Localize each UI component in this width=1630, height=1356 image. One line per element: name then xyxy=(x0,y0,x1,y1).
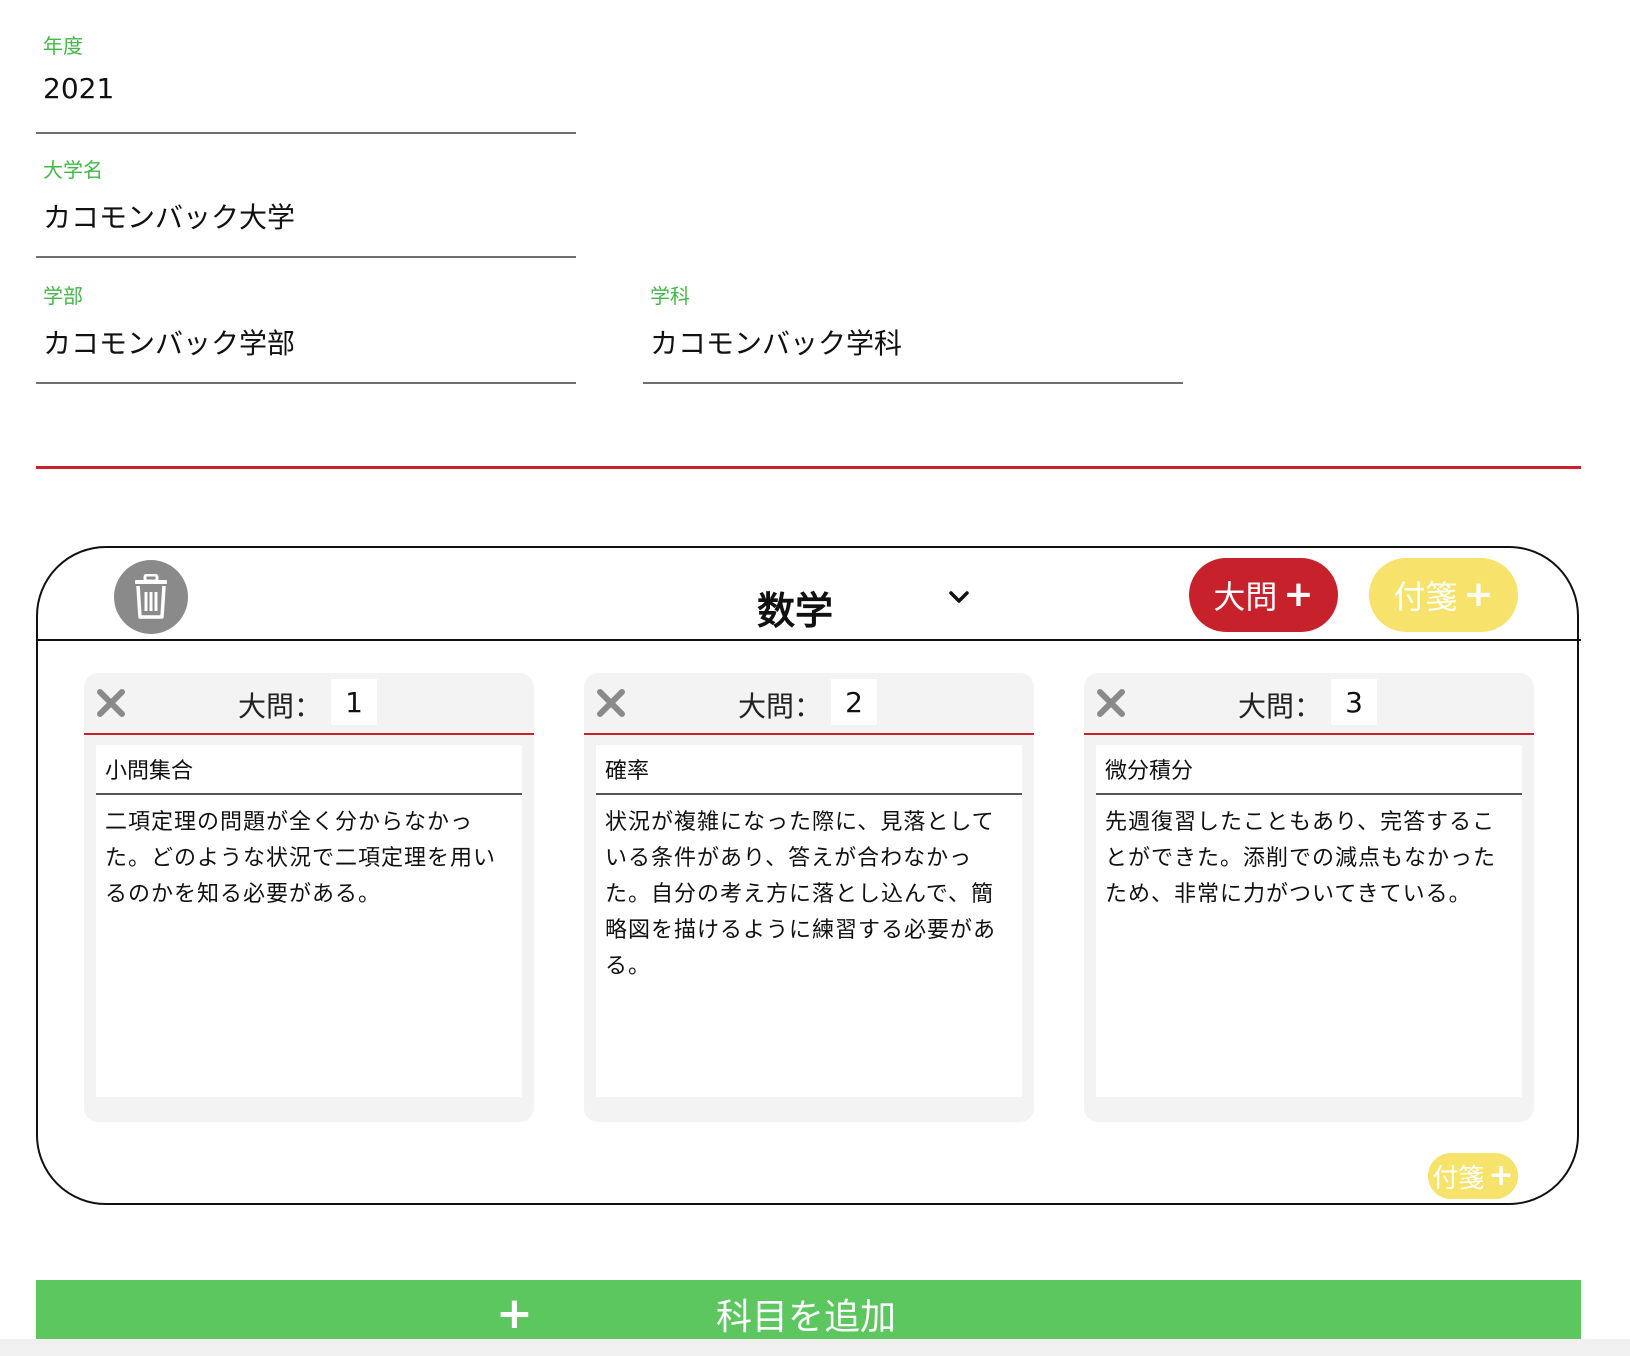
department-value[interactable]: カコモンバック学科 xyxy=(650,322,902,362)
plus-icon: + xyxy=(1283,574,1314,615)
add-question-button[interactable]: 大問 + xyxy=(1189,558,1338,632)
question-card: 大問： 2 確率 状況が複雑になった際に、見落としている条件があり、答えが合わな… xyxy=(584,673,1034,1122)
add-subject-button[interactable]: + 科目を追加 xyxy=(36,1280,1581,1339)
add-subject-label: 科目を追加 xyxy=(716,1297,897,1338)
question-body[interactable]: 先週復習したこともあり、完答することができた。添削での減点もなかったため、非常に… xyxy=(1105,805,1515,913)
year-value[interactable]: 2021 xyxy=(43,72,114,105)
subject-card-header-divider xyxy=(36,639,1581,641)
add-note-small-button[interactable]: 付箋 + xyxy=(1428,1153,1518,1199)
subject-select[interactable]: 数学 xyxy=(700,572,990,633)
subject-name: 数学 xyxy=(757,589,834,633)
department-field[interactable]: 学科 カコモンバック学科 xyxy=(643,280,1183,384)
university-value[interactable]: カコモンバック大学 xyxy=(43,196,295,236)
question-card: 大問： 3 微分積分 先週復習したこともあり、完答することができた。添削での減点… xyxy=(1084,673,1534,1122)
question-title[interactable]: 微分積分 xyxy=(1096,745,1522,795)
delete-subject-button[interactable] xyxy=(114,560,188,634)
question-title[interactable]: 小問集合 xyxy=(96,745,522,795)
question-header: 大問： 2 xyxy=(584,673,1034,735)
year-field[interactable]: 年度 2021 xyxy=(36,30,576,134)
university-label: 大学名 xyxy=(43,158,103,182)
question-title[interactable]: 確率 xyxy=(596,745,1022,795)
close-icon[interactable] xyxy=(596,688,626,718)
add-question-label: 大問 xyxy=(1213,578,1278,616)
question-label: 大問： xyxy=(238,690,323,723)
question-header: 大問： 3 xyxy=(1084,673,1534,735)
add-note-small-label: 付箋 xyxy=(1432,1163,1485,1194)
department-label: 学科 xyxy=(650,284,690,308)
question-number[interactable]: 2 xyxy=(831,679,877,725)
close-icon[interactable] xyxy=(96,688,126,718)
faculty-value[interactable]: カコモンバック学部 xyxy=(43,322,295,362)
question-content[interactable]: 小問集合 二項定理の問題が全く分からなかった。どのような状況で二項定理を用いるの… xyxy=(96,745,522,1097)
add-note-label: 付箋 xyxy=(1393,578,1458,616)
question-content[interactable]: 確率 状況が複雑になった際に、見落としている条件があり、答えが合わなかった。自分… xyxy=(596,745,1022,1097)
add-note-button[interactable]: 付箋 + xyxy=(1369,558,1518,632)
question-header: 大問： 1 xyxy=(84,673,534,735)
section-divider xyxy=(36,466,1581,469)
faculty-field[interactable]: 学部 カコモンバック学部 xyxy=(36,280,576,384)
chevron-down-icon xyxy=(949,591,969,603)
year-label: 年度 xyxy=(43,34,83,58)
bottom-strip xyxy=(0,1339,1630,1356)
plus-icon: + xyxy=(496,1288,533,1339)
question-body[interactable]: 二項定理の問題が全く分からなかった。どのような状況で二項定理を用いるのかを知る必… xyxy=(105,805,515,913)
question-number[interactable]: 3 xyxy=(1331,679,1377,725)
question-content[interactable]: 微分積分 先週復習したこともあり、完答することができた。添削での減点もなかったた… xyxy=(1096,745,1522,1097)
question-body[interactable]: 状況が複雑になった際に、見落としている条件があり、答えが合わなかった。自分の考え… xyxy=(605,805,1015,985)
question-card: 大問： 1 小問集合 二項定理の問題が全く分からなかった。どのような状況で二項定… xyxy=(84,673,534,1122)
question-number[interactable]: 1 xyxy=(331,679,377,725)
university-field[interactable]: 大学名 カコモンバック大学 xyxy=(36,154,576,258)
question-label: 大問： xyxy=(1238,690,1323,723)
plus-icon: + xyxy=(1463,574,1494,615)
faculty-label: 学部 xyxy=(43,284,83,308)
close-icon[interactable] xyxy=(1096,688,1126,718)
question-label: 大問： xyxy=(738,690,823,723)
trash-icon xyxy=(135,574,167,619)
plus-icon: + xyxy=(1488,1158,1514,1193)
